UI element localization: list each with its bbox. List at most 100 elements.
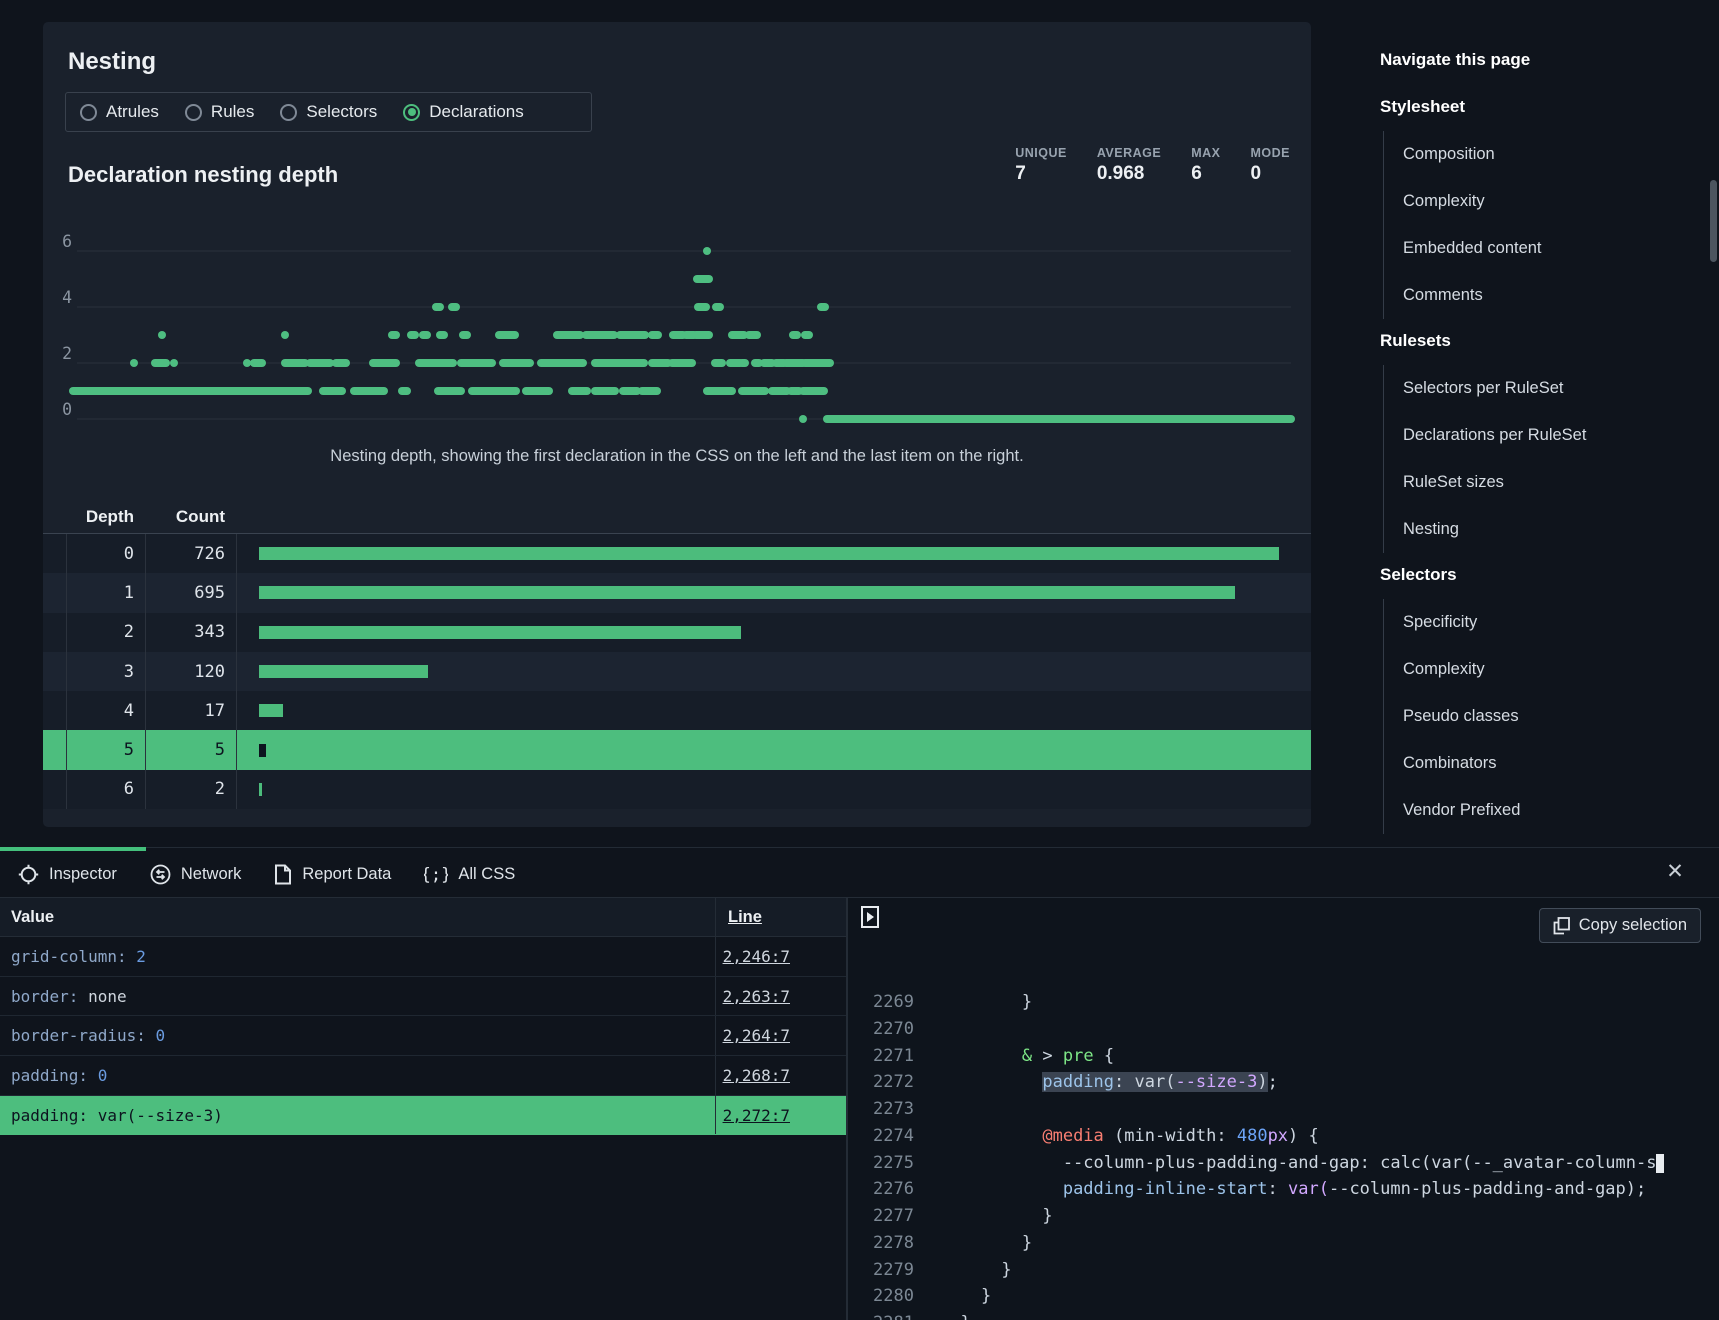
line-link[interactable]: 2,246:7 [723,947,790,966]
svg-text:0: 0 [62,400,72,419]
count-bar [259,547,1279,560]
stat-average: AVERAGE0.968 [1097,146,1161,185]
value-row[interactable]: padding: var(--size-3) 2,272:7 [0,1096,846,1136]
value-row[interactable]: padding: 02,268:7 [0,1056,846,1096]
line-number: 2270 [848,1016,914,1043]
count-bar-cell [236,770,1311,809]
depth-table-row[interactable]: 2343 [43,613,1311,652]
radio-circle-icon [403,104,420,121]
stat-value: 7 [1015,163,1067,185]
declaration-text: padding: var(--size-3) [0,1106,715,1125]
toc-item-selectors-per-ruleset[interactable]: Selectors per RuleSet [1403,365,1710,412]
toc-item-ruleset-sizes[interactable]: RuleSet sizes [1403,459,1710,506]
toc-item-pseudo-classes[interactable]: Pseudo classes [1403,693,1710,740]
stat-label: MAX [1191,146,1220,160]
count-bar [259,783,262,796]
depth-table-row[interactable]: 55 [43,730,1311,769]
count-bar [259,626,741,639]
code-line: 2271 & > pre { [848,1043,1719,1070]
count-cell: 5 [145,730,236,769]
tab-network[interactable]: Network [150,864,242,885]
radio-circle-icon [80,104,97,121]
toc-heading-rulesets: Rulesets [1380,331,1710,351]
copy-selection-label: Copy selection [1579,916,1687,935]
radio-label: Atrules [106,102,159,122]
radio-rules[interactable]: Rules [185,102,254,122]
line-number: 2271 [848,1043,914,1070]
line-sort-link[interactable]: Line [728,908,762,927]
depth-table-row[interactable]: 1695 [43,573,1311,612]
toc-item-nesting[interactable]: Nesting [1403,506,1710,553]
line-cell: 2,263:7 [715,977,846,1016]
toc-item-complexity[interactable]: Complexity [1403,646,1710,693]
inspector-value-pane: Value Line grid-column: 22,246:7border: … [0,898,846,1320]
braces-icon: {;} [424,864,448,885]
page-toc: Navigate this page StylesheetComposition… [1380,50,1710,846]
toc-item-declarations-per-ruleset[interactable]: Declarations per RuleSet [1403,412,1710,459]
toc-item-combinators[interactable]: Combinators [1403,740,1710,787]
line-number: 2272 [848,1069,914,1096]
line-link[interactable]: 2,264:7 [723,1026,790,1045]
declaration-text: border-radius: 0 [0,1026,715,1045]
depth-table-row[interactable]: 3120 [43,652,1311,691]
radio-atrules[interactable]: Atrules [80,102,159,122]
tab-label: Network [181,865,242,884]
close-panel-button[interactable]: ✕ [1664,861,1686,883]
code-line: 2277 } [848,1203,1719,1230]
nesting-card: Nesting AtrulesRulesSelectorsDeclaration… [43,22,1311,827]
stats-row: UNIQUE7AVERAGE0.968MAX6MODE0 [1015,146,1290,185]
declaration-text: grid-column: 2 [0,947,715,966]
depth-cell: 4 [66,691,145,730]
toc-item-vendor-prefixed[interactable]: Vendor Prefixed [1403,787,1710,834]
page: Nesting Atrules Rules Selectors Declaration… [0,0,1719,1320]
tab-all-css[interactable]: {;}All CSS [424,864,515,885]
text-cursor [1656,1154,1664,1173]
css-code-pane: Copy selection 2269 }22702271 & > pre {2… [848,898,1719,1320]
value-row[interactable]: border: none2,263:7 [0,977,846,1017]
copy-selection-button[interactable]: Copy selection [1539,908,1701,943]
code-line: 2281 } [848,1310,1719,1320]
depth-table-header: Depth Count [43,500,1311,534]
radio-selectors[interactable]: Selectors [280,102,377,122]
line-link[interactable]: 2,268:7 [723,1066,790,1085]
line-number: 2269 [848,991,914,1016]
depth-table-row[interactable]: 62 [43,770,1311,809]
code-line: 2278 } [848,1230,1719,1257]
depth-cell: 0 [66,534,145,573]
depth-table-row[interactable]: 417 [43,691,1311,730]
line-link[interactable]: 2,272:7 [723,1106,790,1125]
svg-text:6: 6 [62,232,72,251]
expand-pane-button[interactable] [861,906,879,928]
count-bar-cell [236,730,1311,769]
tab-label: Inspector [49,865,117,884]
value-row[interactable]: grid-column: 2 2,246:7 [0,937,846,977]
toc-title: Navigate this page [1380,50,1710,70]
css-source-code: 2269 }22702271 & > pre {2272 padding: va… [848,991,1719,1320]
code-line: 2270 [848,1016,1719,1043]
toc-item-complexity[interactable]: Complexity [1403,178,1710,225]
stat-mode: MODE0 [1251,146,1291,185]
radio-declarations[interactable]: Declarations [403,102,524,122]
depth-table-row[interactable]: 0726 [43,534,1311,573]
toc-item-comments[interactable]: Comments [1403,272,1710,319]
value-row[interactable]: border-radius: 0 2,264:7 [0,1016,846,1056]
code-line: 2272 padding: var(--size-3); [848,1069,1719,1096]
page-scrollbar-thumb[interactable] [1710,180,1717,262]
line-cell: 2,246:7 [715,937,846,976]
chart-heading: Declaration nesting depth [68,162,338,188]
count-cell: 120 [145,652,236,691]
tab-inspector[interactable]: Inspector [18,864,117,885]
line-link[interactable]: 2,263:7 [723,987,790,1006]
nesting-type-radio-group: Atrules Rules Selectors Declarations [65,92,592,132]
toc-item-embedded-content[interactable]: Embedded content [1403,225,1710,272]
stat-label: UNIQUE [1015,146,1067,160]
code-line: 2280 } [848,1283,1719,1310]
toc-item-composition[interactable]: Composition [1403,131,1710,178]
copy-icon [1553,917,1570,935]
toc-item-specificity[interactable]: Specificity [1403,599,1710,646]
depth-cell: 1 [66,573,145,612]
line-number: 2281 [848,1310,914,1320]
value-table-body: grid-column: 2 2,246:7 border: none2,263:7… [0,937,846,1135]
count-cell: 343 [145,613,236,652]
tab-report-data[interactable]: Report Data [274,864,391,885]
